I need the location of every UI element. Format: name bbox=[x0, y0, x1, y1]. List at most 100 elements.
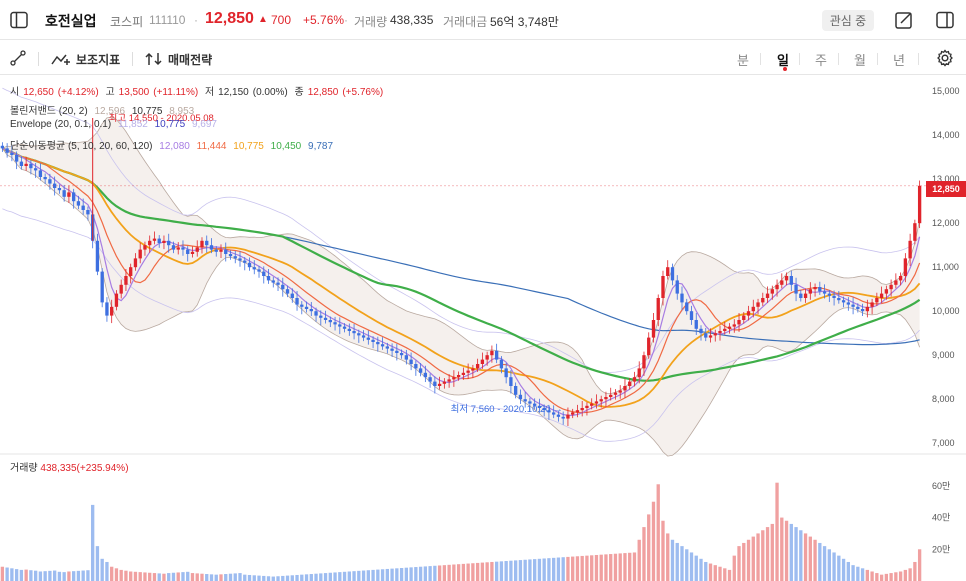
volume-bar bbox=[879, 574, 884, 581]
volume-bar bbox=[328, 572, 332, 581]
volume-bar bbox=[176, 572, 180, 581]
candle-body bbox=[666, 267, 670, 276]
candle-body bbox=[898, 276, 903, 281]
volume-bar bbox=[442, 565, 447, 581]
candle-body bbox=[33, 168, 38, 171]
candle-body bbox=[285, 289, 290, 294]
volume-bar bbox=[723, 568, 727, 581]
volume-bar bbox=[52, 570, 57, 581]
candle-body bbox=[566, 414, 570, 419]
volume-bar bbox=[813, 539, 817, 581]
volume-bar bbox=[186, 571, 190, 581]
candle-body bbox=[442, 381, 447, 384]
candle-body bbox=[504, 368, 508, 378]
volume-bar bbox=[761, 530, 765, 581]
volume-bar bbox=[737, 546, 741, 581]
candle-body bbox=[803, 293, 808, 298]
volume-bar bbox=[300, 574, 304, 581]
candle-body bbox=[404, 355, 409, 360]
candle-body bbox=[214, 249, 218, 252]
volume-bar bbox=[898, 571, 903, 581]
candle-body bbox=[247, 262, 252, 268]
candle-body bbox=[765, 293, 770, 298]
candle-body bbox=[513, 386, 518, 395]
candle-body bbox=[266, 276, 271, 281]
volume-bar bbox=[756, 533, 760, 581]
high-value: 13,500 bbox=[118, 87, 150, 98]
volume-bar bbox=[585, 555, 589, 581]
candle-body bbox=[271, 280, 275, 283]
candle-body bbox=[385, 346, 389, 349]
candle-body bbox=[894, 280, 898, 285]
candle-body bbox=[14, 155, 19, 162]
volume-bar bbox=[618, 553, 622, 581]
volume-bar bbox=[91, 504, 95, 581]
volume-bar bbox=[390, 568, 394, 581]
candle-body bbox=[124, 276, 128, 285]
candle-body bbox=[718, 331, 722, 334]
candle-body bbox=[262, 271, 266, 276]
candle-body bbox=[723, 328, 727, 331]
candle-body bbox=[309, 309, 313, 312]
volume-bar bbox=[770, 523, 774, 581]
candle-body bbox=[746, 311, 751, 316]
candle-body bbox=[72, 192, 76, 202]
volume-bar bbox=[727, 569, 732, 581]
candle-body bbox=[879, 293, 884, 298]
candle-body bbox=[475, 364, 480, 369]
volume-bar bbox=[281, 575, 285, 581]
volume-bar bbox=[143, 572, 147, 581]
close-value: 12,850 bbox=[307, 87, 339, 98]
candle-body bbox=[224, 249, 228, 254]
volume-bar bbox=[148, 572, 152, 581]
volume-bar bbox=[10, 568, 14, 581]
volume-bar bbox=[680, 546, 684, 581]
volume-bar bbox=[33, 570, 38, 581]
volume-bar bbox=[803, 533, 808, 581]
candle-body bbox=[0, 145, 5, 149]
volume-bar bbox=[580, 555, 584, 581]
volume-bar bbox=[765, 527, 770, 581]
volume-bar bbox=[675, 542, 679, 581]
candle-body bbox=[347, 328, 351, 331]
volume-bar bbox=[556, 557, 561, 581]
volume-bar bbox=[685, 549, 689, 581]
volume-bar bbox=[385, 568, 389, 581]
candle-body bbox=[167, 240, 171, 246]
volume-bar bbox=[209, 574, 214, 581]
volume-bar bbox=[152, 573, 157, 581]
volume-legend: 거래량 438,335(+235.94%) bbox=[10, 463, 129, 474]
candle-body bbox=[675, 280, 679, 294]
volume-bar bbox=[533, 559, 537, 581]
volume-bar bbox=[704, 561, 708, 581]
candle-body bbox=[737, 320, 741, 325]
volume-bar bbox=[542, 558, 546, 581]
y-tick-label: 11,000 bbox=[932, 262, 959, 272]
candle-body bbox=[152, 238, 157, 241]
volume-bar bbox=[456, 564, 461, 581]
volume-bar bbox=[661, 520, 665, 581]
volume-bar bbox=[504, 561, 508, 581]
low-annotation: 최저 7,560 - 2020.10.20 → bbox=[451, 404, 563, 415]
candle-body bbox=[276, 282, 280, 285]
volume-bar bbox=[48, 570, 52, 581]
volume-bar bbox=[528, 559, 532, 581]
candle-body bbox=[580, 408, 584, 411]
candle-body bbox=[466, 370, 470, 373]
candle-body bbox=[447, 379, 451, 382]
volume-bar bbox=[100, 558, 104, 581]
candle-body bbox=[680, 293, 684, 303]
candle-body bbox=[884, 289, 889, 294]
candle-body bbox=[366, 337, 370, 340]
candle-body bbox=[200, 240, 204, 248]
candle-body bbox=[29, 163, 33, 169]
volume-bar bbox=[818, 542, 822, 581]
candle-body bbox=[623, 386, 627, 391]
volume-bar bbox=[822, 546, 827, 581]
volume-bar bbox=[24, 569, 28, 581]
candle-body bbox=[499, 359, 504, 369]
candle-body bbox=[352, 331, 356, 334]
volume-bar bbox=[732, 555, 736, 581]
volume-bar bbox=[342, 571, 347, 581]
volume-bar bbox=[694, 555, 698, 581]
